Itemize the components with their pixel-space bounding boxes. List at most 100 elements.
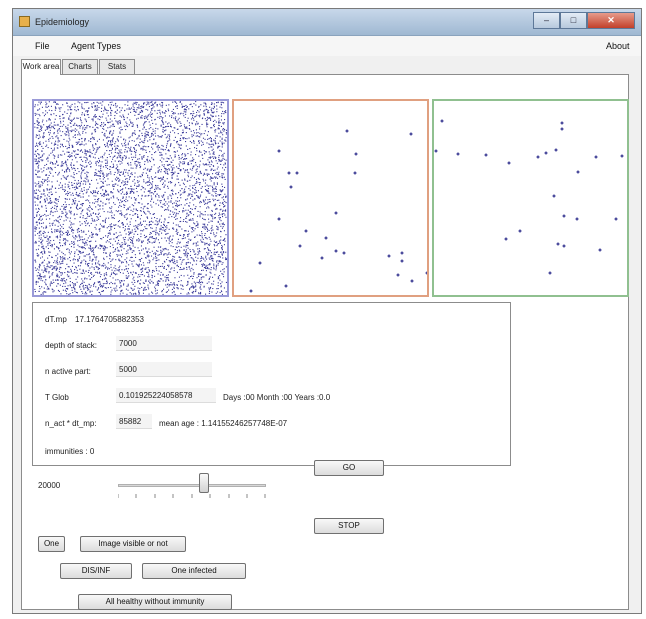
population-dot bbox=[213, 248, 215, 250]
population-dot bbox=[57, 144, 59, 146]
population-dot bbox=[211, 227, 213, 229]
menu-about[interactable]: About bbox=[606, 41, 630, 51]
population-dot bbox=[134, 254, 136, 256]
population-dot bbox=[76, 182, 78, 184]
population-dot bbox=[188, 164, 190, 166]
population-dot bbox=[84, 244, 86, 246]
population-dot bbox=[124, 175, 126, 177]
population-dot bbox=[191, 275, 193, 277]
population-dot bbox=[74, 137, 76, 139]
population-dot bbox=[65, 219, 67, 221]
population-dot bbox=[47, 244, 49, 246]
population-dot bbox=[44, 129, 46, 131]
population-dot bbox=[84, 138, 86, 140]
population-dot bbox=[64, 214, 66, 216]
tab-work-area[interactable]: Work area bbox=[21, 59, 61, 75]
population-dot bbox=[134, 133, 136, 135]
population-dot bbox=[88, 275, 90, 277]
population-dot bbox=[224, 163, 226, 165]
tab-charts[interactable]: Charts bbox=[62, 59, 98, 74]
population-dot bbox=[34, 288, 36, 290]
population-dot bbox=[65, 216, 67, 218]
population-dot bbox=[81, 168, 83, 170]
population-dot bbox=[191, 142, 193, 144]
maximize-button[interactable]: □ bbox=[560, 12, 587, 29]
population-dot bbox=[135, 256, 137, 258]
menu-agent-types[interactable]: Agent Types bbox=[71, 41, 121, 51]
population-dot bbox=[114, 203, 116, 205]
population-dot bbox=[81, 105, 83, 107]
population-dot bbox=[178, 192, 180, 194]
population-dot bbox=[80, 239, 82, 241]
population-dot bbox=[195, 243, 197, 245]
population-dot bbox=[69, 253, 71, 255]
population-dot bbox=[220, 190, 222, 192]
population-dot bbox=[77, 265, 79, 267]
population-dot bbox=[74, 189, 76, 191]
population-dot bbox=[225, 195, 227, 197]
population-dot bbox=[38, 240, 40, 242]
population-dot bbox=[189, 268, 191, 270]
population-dot bbox=[127, 172, 129, 174]
population-dot bbox=[184, 169, 186, 171]
population-dot bbox=[206, 238, 208, 240]
population-dot bbox=[79, 182, 81, 184]
population-dot bbox=[85, 220, 87, 222]
population-dot bbox=[34, 242, 36, 244]
population-dot bbox=[121, 244, 123, 246]
population-dot bbox=[84, 102, 86, 104]
population-dot bbox=[109, 150, 111, 152]
population-dot bbox=[79, 256, 81, 258]
population-dot bbox=[215, 208, 217, 210]
population-dot bbox=[57, 198, 59, 200]
population-dot bbox=[164, 180, 166, 182]
population-dot bbox=[142, 289, 144, 291]
population-dot bbox=[168, 289, 170, 291]
population-dot bbox=[138, 259, 140, 261]
population-dot bbox=[99, 223, 101, 225]
population-dot bbox=[200, 278, 202, 280]
population-dot bbox=[172, 213, 174, 215]
population-dot bbox=[93, 137, 95, 139]
population-dot bbox=[50, 281, 52, 283]
population-dot bbox=[216, 182, 218, 184]
population-dot bbox=[98, 212, 100, 214]
menu-file[interactable]: File bbox=[35, 41, 50, 51]
population-dot bbox=[142, 282, 144, 284]
population-dot bbox=[156, 221, 158, 223]
population-dot bbox=[148, 293, 150, 295]
population-dot bbox=[119, 260, 121, 262]
population-dot bbox=[219, 218, 221, 220]
minimize-button[interactable]: – bbox=[533, 12, 560, 29]
tab-stats[interactable]: Stats bbox=[99, 59, 135, 74]
population-dot bbox=[185, 250, 187, 252]
population-dot bbox=[59, 261, 61, 263]
population-dot bbox=[138, 162, 140, 164]
population-dot bbox=[165, 121, 167, 123]
population-dot bbox=[172, 194, 174, 196]
population-dot bbox=[69, 220, 71, 222]
population-dot bbox=[193, 250, 195, 252]
population-dot bbox=[41, 184, 43, 186]
population-dot bbox=[67, 270, 69, 272]
population-dot bbox=[161, 120, 163, 122]
population-dot bbox=[73, 124, 75, 126]
population-dot bbox=[134, 130, 136, 132]
population-dot bbox=[71, 103, 73, 105]
population-dot bbox=[112, 195, 114, 197]
population-dot bbox=[220, 283, 222, 285]
close-button[interactable]: ✕ bbox=[587, 12, 635, 29]
population-dot bbox=[147, 267, 149, 269]
population-dot bbox=[37, 272, 39, 274]
population-dot bbox=[134, 285, 136, 287]
population-dot bbox=[113, 267, 115, 269]
population-dot bbox=[118, 160, 120, 162]
population-dot bbox=[210, 127, 212, 129]
population-dot bbox=[82, 241, 84, 243]
population-dot bbox=[64, 254, 66, 256]
population-dot bbox=[49, 124, 51, 126]
population-dot bbox=[39, 144, 41, 146]
population-dot bbox=[219, 149, 221, 151]
population-dot bbox=[159, 218, 161, 220]
population-dot bbox=[38, 254, 40, 256]
